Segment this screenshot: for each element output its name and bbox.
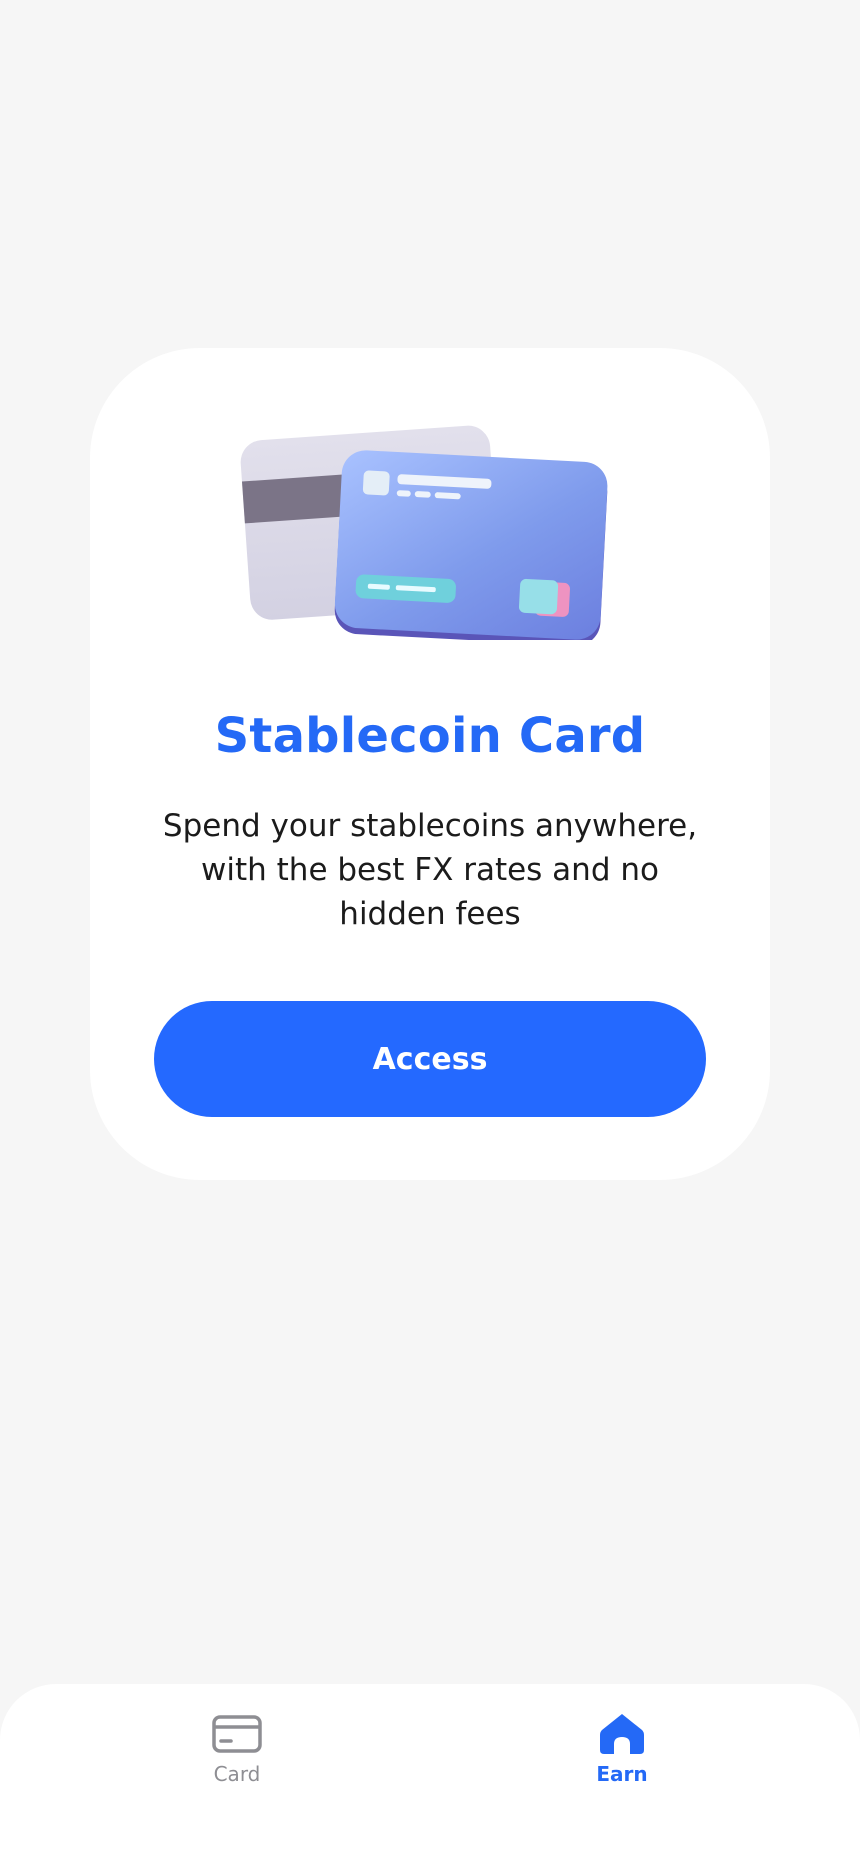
front-card-shape [334, 450, 608, 640]
promo-card: Stablecoin Card Spend your stablecoins a… [90, 348, 770, 1180]
promo-description: Spend your stablecoins anywhere, with th… [162, 808, 698, 932]
credit-cards-illustration [240, 425, 608, 640]
nav-item-card[interactable]: Card [157, 1712, 317, 1804]
bottom-nav: Card Earn [0, 1684, 860, 1864]
promo-title: Stablecoin Card [214, 708, 646, 764]
nav-item-earn[interactable]: Earn [542, 1712, 702, 1804]
credit-card-icon [212, 1715, 262, 1753]
nav-label-earn: Earn [596, 1762, 648, 1786]
home-icon [600, 1714, 644, 1754]
access-button[interactable]: Access [154, 1001, 706, 1117]
nav-label-card: Card [213, 1762, 261, 1786]
